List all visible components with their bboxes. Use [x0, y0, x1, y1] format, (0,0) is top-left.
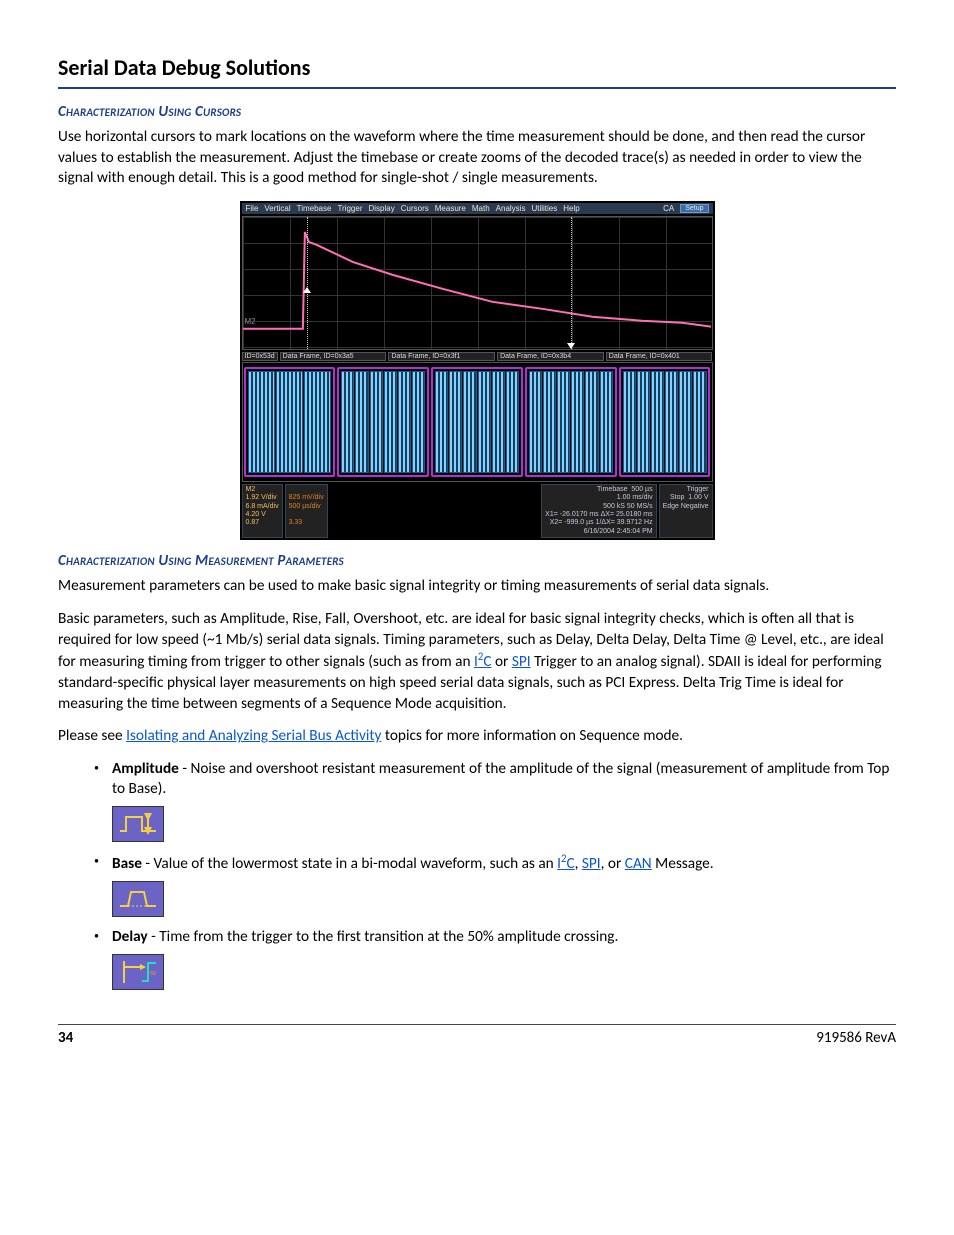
scope-menu-item: Timebase: [297, 204, 332, 213]
scope-menu-item: Cursors: [401, 204, 429, 213]
readout-zoom: 825 mV/div 500 µs/div 3.33: [285, 484, 328, 538]
base-icon: [112, 881, 164, 917]
page-title: Serial Data Debug Solutions: [58, 54, 896, 81]
scope-menu-item: Measure: [435, 204, 466, 213]
section-params-heading: Characterization Using Measurement Param…: [58, 552, 896, 570]
can-link[interactable]: CAN: [625, 854, 652, 873]
page-number: 34: [58, 1029, 73, 1047]
spi-link[interactable]: SPI: [582, 854, 601, 873]
scope-menu-item: Math: [472, 204, 490, 213]
spi-link[interactable]: SPI: [512, 652, 531, 671]
readout-trigger: Trigger Stop 1.00 V Edge Negative: [659, 484, 713, 538]
footer: 34 919586 RevA: [58, 1029, 896, 1047]
section-params-p3: Please see Isolating and Analyzing Seria…: [58, 726, 896, 747]
scope-menu-item: Trigger: [337, 204, 362, 213]
readout-m2: M2 1.92 V/div 6.8 mA/div 4.20 V 0.87: [242, 484, 283, 538]
list-item-delay: Delay - Time from the trigger to the fir…: [112, 927, 896, 990]
parameter-list: Amplitude - Noise and overshoot resistan…: [58, 759, 896, 990]
i2c-link[interactable]: I2C: [474, 652, 491, 671]
section-cursors-para: Use horizontal cursors to mark locations…: [58, 127, 896, 189]
scope-menu: File Vertical Timebase Trigger Display C…: [242, 203, 713, 214]
decoded-frames: [242, 362, 713, 482]
scope-readout: M2 1.92 V/div 6.8 mA/div 4.20 V 0.87 825…: [242, 484, 713, 538]
readout-timebase: Timebase 500 µs 1.00 ms/div 500 kS 50 MS…: [541, 484, 656, 538]
scope-menu-item: Vertical: [264, 204, 290, 213]
i2c-link[interactable]: I2C: [557, 854, 574, 873]
delay-icon: 50: [112, 954, 164, 990]
m2-label: M2: [245, 317, 256, 326]
svg-text:50: 50: [150, 969, 156, 977]
isolating-link[interactable]: Isolating and Analyzing Serial Bus Activ…: [126, 726, 381, 745]
frame-label: ID=0x53d: [242, 352, 278, 361]
scope-menu-item: File: [246, 204, 259, 213]
amplitude-icon: [112, 806, 164, 842]
scope-setup: Setup: [680, 204, 708, 213]
list-item-base: Base - Value of the lowermost state in a…: [112, 852, 896, 917]
section-params-p1: Measurement parameters can be used to ma…: [58, 576, 896, 597]
frame-label: Data Frame, ID=0x3b4: [497, 352, 604, 361]
scope-menu-item: Display: [369, 204, 395, 213]
frame-label: Data Frame, ID=0x401: [606, 352, 713, 361]
section-params-p2: Basic parameters, such as Amplitude, Ris…: [58, 609, 896, 714]
revision: 919586 RevA: [816, 1029, 896, 1047]
scope-menu-item: Utilities: [531, 204, 557, 213]
list-item-amplitude: Amplitude - Noise and overshoot resistan…: [112, 759, 896, 842]
oscilloscope-screenshot: File Vertical Timebase Trigger Display C…: [240, 201, 715, 540]
frame-labels: ID=0x53d Data Frame, ID=0x3a5 Data Frame…: [242, 352, 713, 361]
scope-menu-item: Analysis: [496, 204, 526, 213]
section-cursors-heading: Characterization Using Cursors: [58, 103, 896, 121]
footer-rule: [58, 1024, 896, 1025]
frame-label: Data Frame, ID=0x3a5: [280, 352, 387, 361]
title-rule: [58, 87, 896, 89]
frame-label: Data Frame, ID=0x3f1: [388, 352, 495, 361]
scope-ca: CA: [663, 204, 674, 213]
waveform-area: M2: [242, 216, 713, 350]
scope-menu-item: Help: [563, 204, 579, 213]
